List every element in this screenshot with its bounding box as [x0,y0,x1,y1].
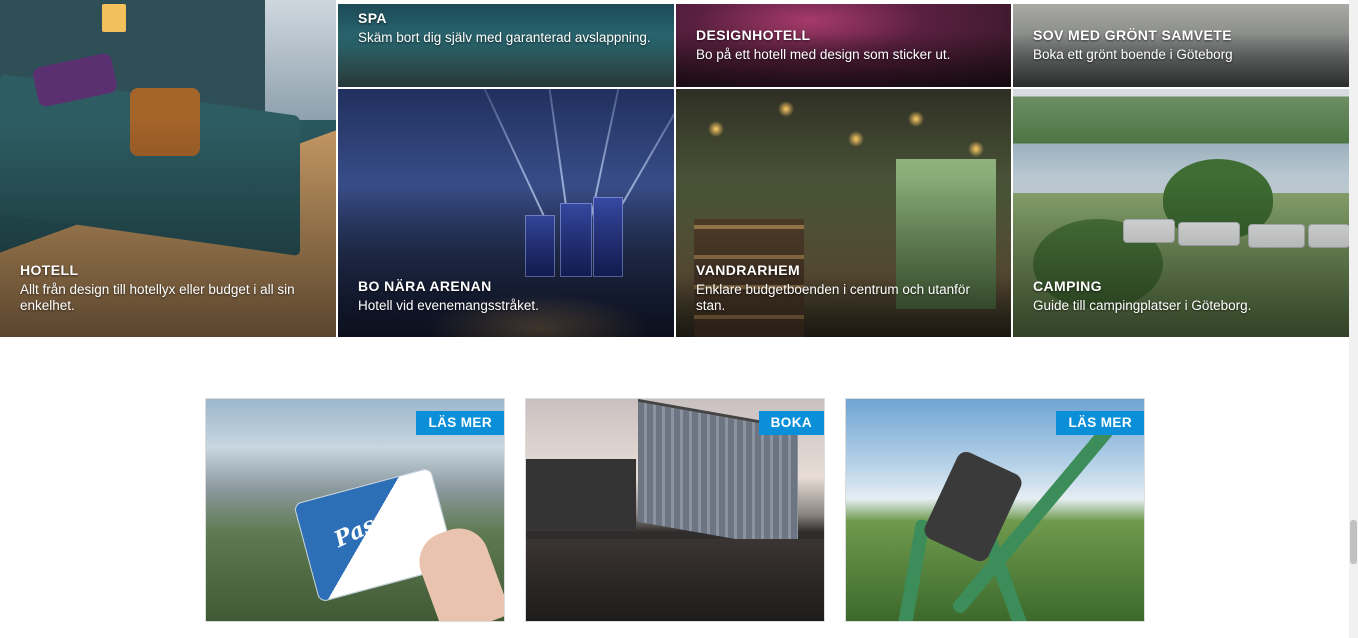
water-reflection [526,539,824,621]
card-amusement-park[interactable]: LÄS MER [845,398,1145,622]
building-image [526,459,636,529]
tile-vandrarhem[interactable]: VANDRARHEM Enklare budgetboenden i centr… [676,89,1011,337]
tile-description: Bo på ett hotell med design som sticker … [696,47,951,62]
pass-card-text: Pass [330,506,391,553]
tile-spa[interactable]: SPA Skäm bort dig själv med garanterad a… [338,4,674,87]
tile-gront-samvete[interactable]: SOV MED GRÖNT SAMVETE Boka ett grönt boe… [1013,4,1349,87]
tile-description: Hotell vid evenemangsstråket. [358,298,539,313]
card-gothenburg-pass[interactable]: Pass LÄS MER [205,398,505,622]
scrollbar-thumb[interactable] [1350,520,1357,564]
read-more-button[interactable]: LÄS MER [1056,411,1144,435]
vertical-scrollbar[interactable] [1349,0,1358,638]
tile-title: BO NÄRA ARENAN [358,278,492,294]
tile-description: Boka ett grönt boende i Göteborg [1033,47,1233,62]
read-more-button[interactable]: LÄS MER [416,411,504,435]
tile-title: VANDRARHEM [696,262,801,278]
tile-description: Allt från design till hotellyx eller bud… [20,282,295,313]
tile-description: Guide till campingplatser i Göteborg. [1033,298,1252,313]
tile-designhotell[interactable]: DESIGNHOTELL Bo på ett hotell med design… [676,4,1011,87]
card-hotel-booking[interactable]: BOKA [525,398,825,622]
tile-title: SOV MED GRÖNT SAMVETE [1033,27,1232,43]
tile-description: Enklare budgetboenden i centrum och utan… [696,282,970,313]
book-button[interactable]: BOKA [758,411,824,435]
tile-hotell[interactable]: HOTELL Allt från design till hotellyx el… [0,0,336,337]
tile-title: SPA [358,10,387,26]
tile-camping[interactable]: CAMPING Guide till campingplatser i Göte… [1013,89,1349,337]
tile-description: Skäm bort dig själv med garanterad avsla… [358,30,651,45]
tile-title: HOTELL [20,262,79,278]
tile-title: DESIGNHOTELL [696,27,811,43]
accommodation-grid: HOTELL Allt från design till hotellyx el… [0,0,1349,338]
tile-title: CAMPING [1033,278,1102,294]
tile-bo-nara-arenan[interactable]: BO NÄRA ARENAN Hotell vid evenemangsstrå… [338,89,674,337]
